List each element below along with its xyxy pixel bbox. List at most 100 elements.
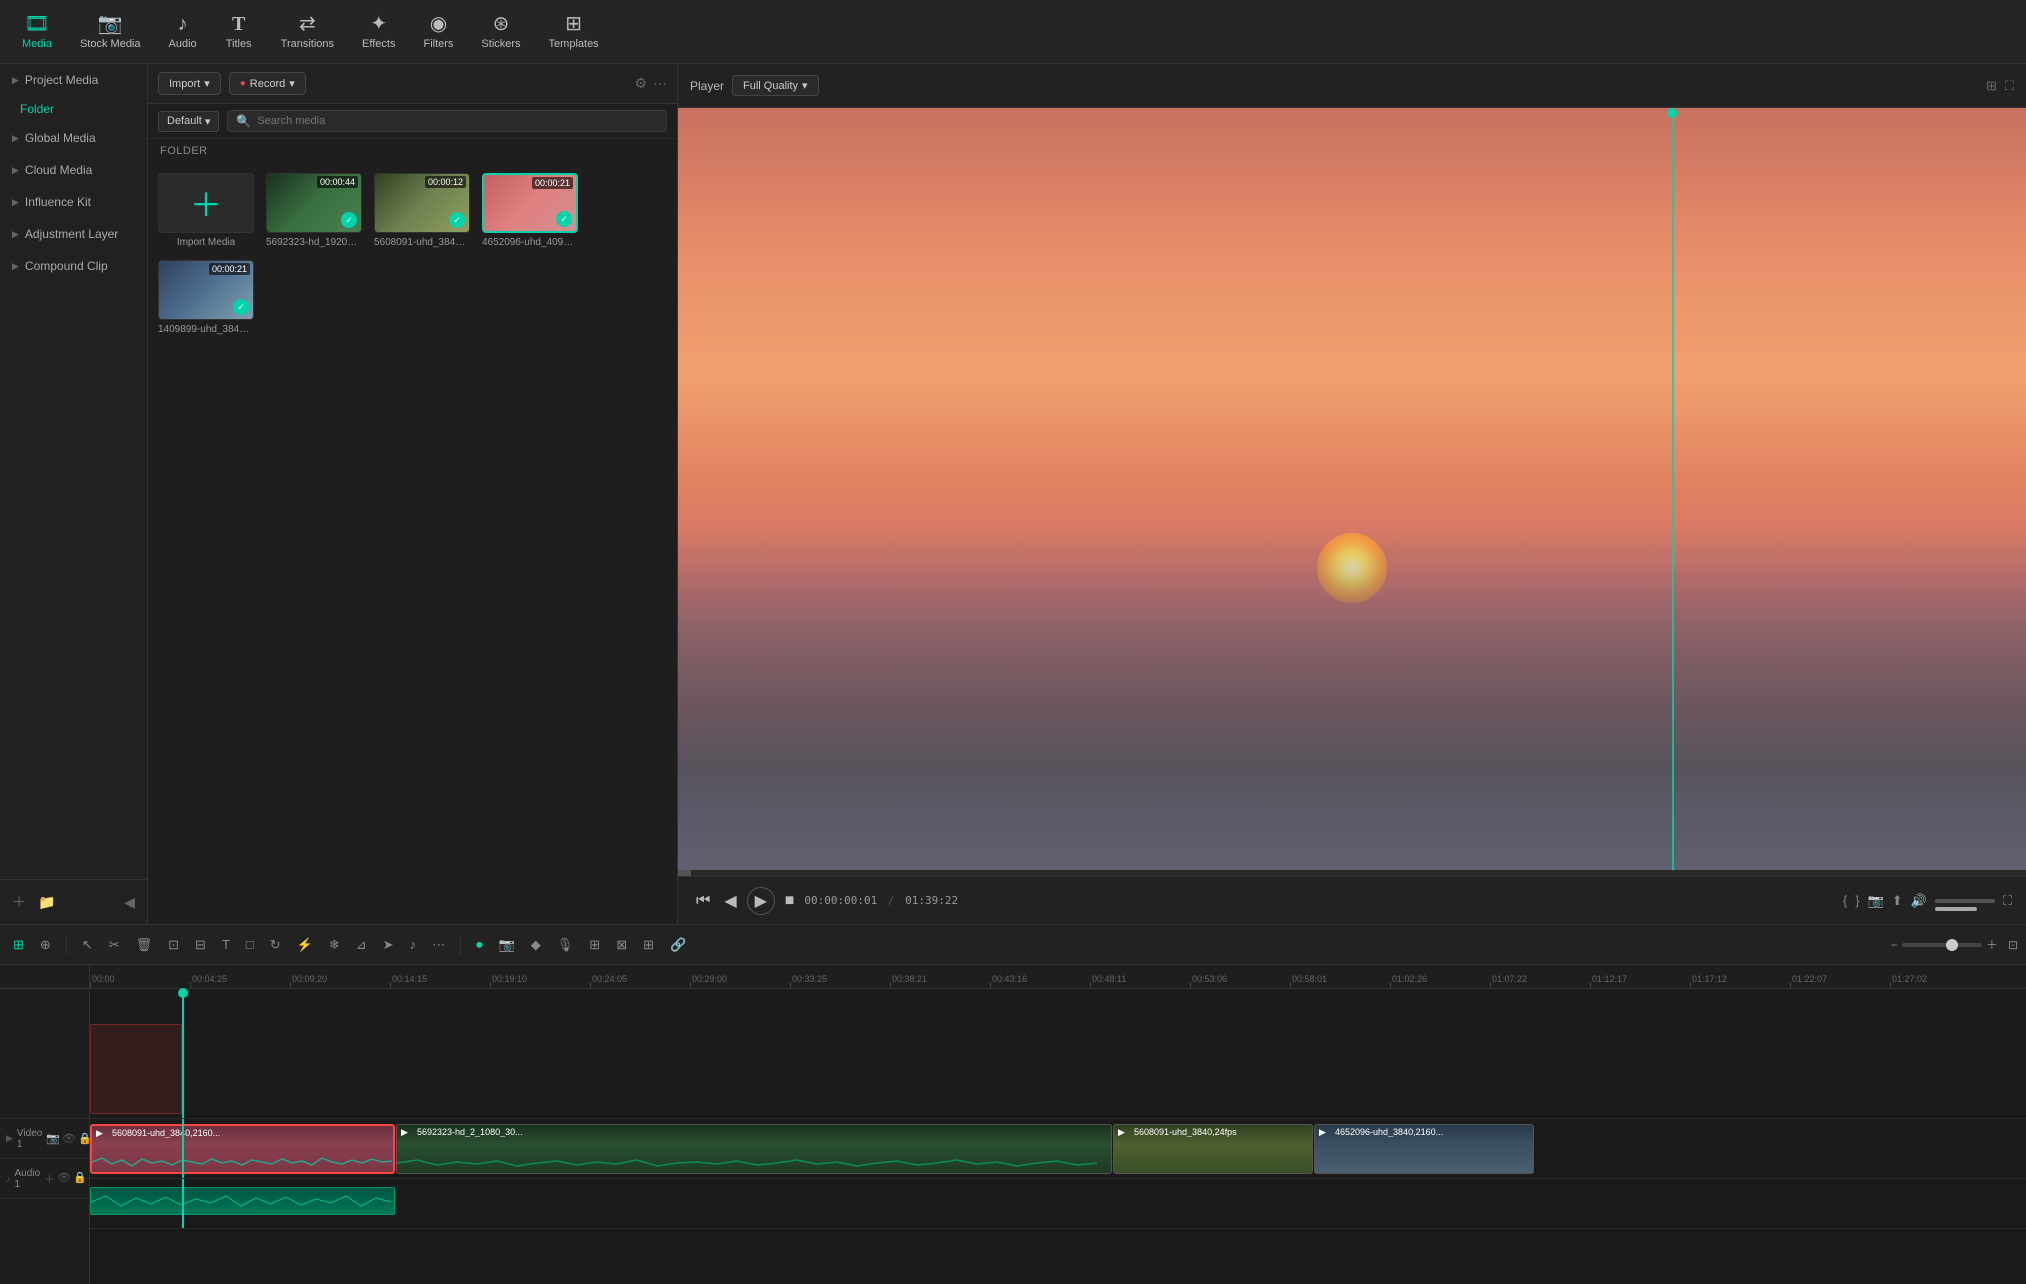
- search-input[interactable]: [257, 115, 658, 127]
- export-frame-icon[interactable]: ⬆: [1892, 893, 1903, 909]
- check-v3: ✓: [556, 211, 572, 227]
- filter-icon[interactable]: ⚙: [634, 75, 647, 92]
- tl-shape-btn[interactable]: □: [241, 934, 259, 955]
- default-filter-button[interactable]: Default ▾: [158, 111, 219, 132]
- tl-split-btn[interactable]: ⊟: [190, 934, 211, 956]
- sidebar-item-project-media[interactable]: ▶ Project Media: [0, 64, 147, 96]
- tl-razor-btn[interactable]: ✂: [104, 934, 125, 956]
- ruler-time-label: 00:33:25: [792, 974, 827, 984]
- tl-cursor-btn[interactable]: ↖: [77, 934, 98, 956]
- snapshot-icon[interactable]: 📷: [1868, 893, 1884, 909]
- media-name-v2: 5608091-uhd_3840_21...: [374, 237, 470, 248]
- sidebar-add-btn[interactable]: ＋: [8, 888, 30, 916]
- toolbar-stock-media-label: Stock Media: [80, 38, 141, 50]
- tl-freeze-btn[interactable]: ❄: [324, 934, 345, 956]
- tl-text-btn[interactable]: T: [217, 934, 235, 955]
- sidebar-item-compound-clip[interactable]: ▶ Compound Clip: [0, 250, 147, 282]
- tl-more-btn[interactable]: ⋯: [427, 934, 450, 956]
- clip-video-icon: ▶: [96, 1128, 103, 1139]
- audio-eye-icon[interactable]: 👁: [57, 1171, 71, 1187]
- arrow-icon: ▶: [12, 197, 19, 208]
- search-box[interactable]: 🔍: [227, 110, 667, 132]
- tl-mic-btn[interactable]: 🎙: [552, 934, 579, 956]
- toolbar-stock-media[interactable]: 📷 Stock Media: [66, 10, 155, 54]
- zoom-in-icon[interactable]: ＋: [1986, 936, 1998, 953]
- grid-view-icon[interactable]: ⊞: [1986, 78, 1997, 94]
- media-item-v2[interactable]: 00:00:12 ✓ 5608091-uhd_3840_21...: [374, 173, 470, 248]
- tl-crop-btn[interactable]: ⊡: [163, 934, 184, 956]
- clip2-video-icon: ▶: [401, 1127, 408, 1138]
- media-item-v4[interactable]: 00:00:21 ✓ 1409899-uhd_3840_21...: [158, 260, 254, 335]
- toolbar-audio[interactable]: ♪ Audio: [155, 10, 211, 54]
- tl-speed-btn[interactable]: ⚡: [292, 934, 318, 956]
- in-point-icon[interactable]: {: [1843, 893, 1847, 908]
- record-button[interactable]: ● Record ▾: [229, 72, 306, 95]
- timeline-clip-2[interactable]: ▶ 5692323-hd_2_1080_30...: [396, 1124, 1112, 1174]
- timeline-clip-3[interactable]: ▶ 5608091-uhd_3840,24fps: [1113, 1124, 1313, 1174]
- toolbar-stickers[interactable]: ⊛ Stickers: [467, 10, 534, 54]
- tl-audio-btn[interactable]: ♪: [405, 934, 422, 955]
- effects-icon: ✦: [370, 14, 387, 34]
- sidebar-project-media-label: Project Media: [25, 73, 98, 87]
- preview-panel: Player Full Quality ▾ ⊞ ⛶ ⏮ ◀ ▶: [678, 64, 2026, 924]
- toolbar-filters[interactable]: ◉ Filters: [409, 10, 467, 54]
- tl-group-btn[interactable]: ⊞: [638, 934, 659, 956]
- clip4-label: 4652096-uhd_3840,2160...: [1335, 1127, 1443, 1137]
- import-media-item[interactable]: ＋ Import Media: [158, 173, 254, 248]
- sidebar-item-adjustment-layer[interactable]: ▶ Adjustment Layer: [0, 218, 147, 250]
- sidebar-folder[interactable]: Folder: [0, 96, 147, 122]
- toolbar-templates[interactable]: ⊞ Templates: [535, 10, 613, 54]
- play-button[interactable]: ▶: [747, 887, 775, 915]
- timeline-clip-4[interactable]: ▶ 4652096-uhd_3840,2160...: [1314, 1124, 1534, 1174]
- preview-scrubber[interactable]: [678, 870, 2026, 876]
- sidebar-item-global-media[interactable]: ▶ Global Media: [0, 122, 147, 154]
- audio-plus-icon[interactable]: ＋: [44, 1171, 55, 1187]
- tl-rotate-btn[interactable]: ↻: [265, 934, 286, 956]
- sidebar-item-influence-kit[interactable]: ▶ Influence Kit: [0, 186, 147, 218]
- media-item-v1[interactable]: 00:00:44 ✓ 5692323-hd_1920_108...: [266, 173, 362, 248]
- timeline-track-labels: ▶ Video 1 📷 👁 🔒 ♪ Audio 1 ＋ 👁 🔒: [0, 965, 90, 1284]
- toolbar-titles[interactable]: T Titles: [211, 10, 267, 54]
- video-viewport[interactable]: [678, 108, 2026, 870]
- clip4-video-icon: ▶: [1319, 1127, 1326, 1138]
- tl-stabilize-btn[interactable]: ⊿: [351, 934, 372, 956]
- sidebar-folder-btn[interactable]: 📁: [34, 888, 59, 916]
- stop-button[interactable]: ■: [781, 888, 799, 914]
- tl-record-btn[interactable]: ⏺: [471, 934, 488, 956]
- toolbar-effects[interactable]: ✦ Effects: [348, 10, 409, 54]
- ruler-time-label: 01:07:22: [1492, 974, 1527, 984]
- fullscreen-icon[interactable]: ⛶: [2005, 78, 2014, 94]
- tl-add-track-btn[interactable]: ⊞: [8, 934, 29, 956]
- audio-icon[interactable]: 🔊: [1911, 893, 1927, 909]
- quality-button[interactable]: Full Quality ▾: [732, 75, 819, 96]
- volume-bar[interactable]: [1935, 899, 1995, 903]
- tl-motion-btn[interactable]: ➤: [378, 934, 399, 956]
- tl-link-btn[interactable]: 🔗: [665, 934, 691, 956]
- eye-icon[interactable]: 👁: [62, 1132, 76, 1145]
- tl-magnet-btn[interactable]: ⊕: [35, 934, 56, 956]
- camera-icon[interactable]: 📷: [46, 1132, 60, 1145]
- skip-back-button[interactable]: ⏮: [692, 888, 714, 914]
- frame-back-button[interactable]: ◀: [720, 887, 740, 915]
- timeline-clip-1[interactable]: ▶ 5608091-uhd_3840,2160...: [90, 1124, 395, 1174]
- sidebar-item-cloud-media[interactable]: ▶ Cloud Media: [0, 154, 147, 186]
- sidebar-collapse-btn[interactable]: ◀: [120, 888, 139, 916]
- zoom-fit-icon[interactable]: ⊡: [2008, 938, 2018, 952]
- tl-import-btn[interactable]: ⊞: [584, 934, 605, 956]
- tl-marker-btn[interactable]: ◆: [526, 934, 546, 956]
- audio-lock-icon[interactable]: 🔒: [73, 1171, 87, 1187]
- tl-cam-btn[interactable]: 📷: [494, 934, 520, 956]
- toolbar-media[interactable]: 🎞 Media: [8, 10, 66, 54]
- media-item-v3[interactable]: 00:00:21 ✓ 4652096-uhd_4096_21...: [482, 173, 578, 248]
- clip1-label: 5608091-uhd_3840,2160...: [112, 1128, 220, 1138]
- tl-extract-btn[interactable]: ⊠: [611, 934, 632, 956]
- zoom-out-icon[interactable]: −: [1891, 938, 1898, 952]
- more-options-icon[interactable]: ⋯: [653, 75, 667, 92]
- audio-clip-1[interactable]: [90, 1187, 395, 1215]
- tl-delete-btn[interactable]: 🗑: [131, 934, 158, 956]
- toolbar-transitions[interactable]: ⇄ Transitions: [267, 10, 348, 54]
- out-point-icon[interactable]: }: [1855, 893, 1859, 908]
- import-button[interactable]: Import ▾: [158, 72, 221, 95]
- fullscreen-btn[interactable]: ⛶: [2003, 893, 2012, 909]
- zoom-slider[interactable]: [1902, 943, 1982, 947]
